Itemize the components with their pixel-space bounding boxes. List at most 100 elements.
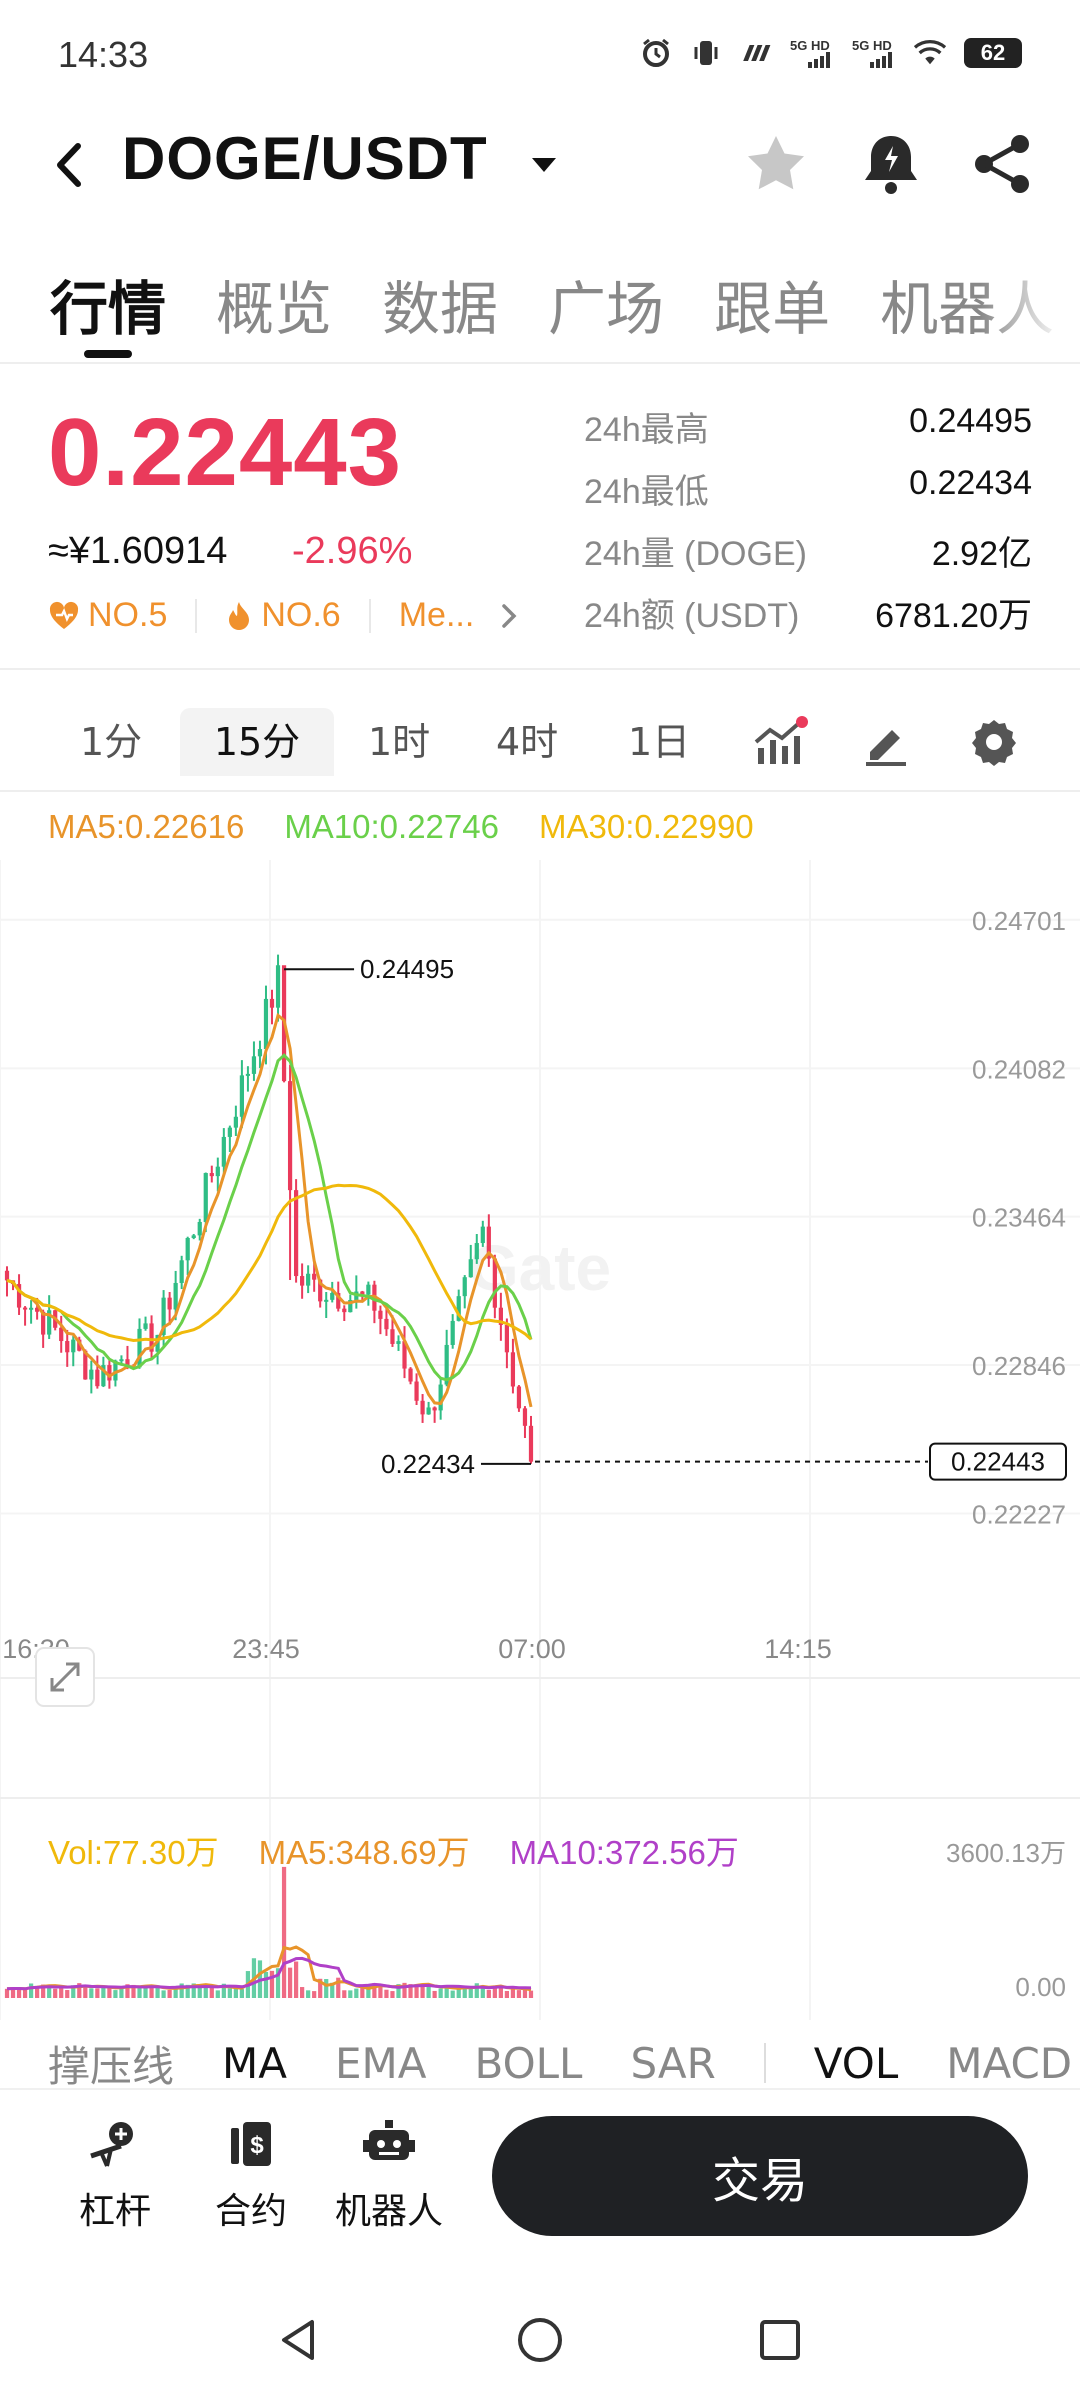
candle [4,1270,10,1281]
volume-bar [300,1987,305,1998]
indicator-support-resistance[interactable]: 撑压线 [48,2033,174,2094]
candle [227,1127,232,1137]
candle [384,1318,389,1330]
tab-data[interactable]: 数据 [382,248,498,358]
nav-home-icon[interactable] [510,2310,570,2370]
candle [522,1408,528,1426]
chevron-right-icon[interactable] [496,601,522,631]
candle [378,1310,383,1319]
volume-bar [287,1967,293,1998]
price-alert-bell-icon[interactable] [856,128,926,200]
tab-square[interactable]: 广场 [548,248,664,358]
volume-bar [504,1990,510,1998]
timeframe-1d[interactable]: 1日 [628,708,690,776]
candle [173,1282,178,1310]
tab-overview[interactable]: 概览 [216,248,332,358]
candle [414,1381,419,1401]
volume-bar [269,1970,275,1998]
nav-back-icon[interactable] [270,2310,330,2370]
volume-bar [281,1866,287,1998]
volume-bar [167,1989,172,1998]
leverage-icon [90,2122,133,2167]
volume-bar [462,1988,467,1998]
nav-recents-icon[interactable] [750,2310,810,2370]
volume-bar [28,1983,34,1998]
leverage-button[interactable]: 杠杆 [50,2116,180,2234]
volume-bar [420,1986,425,1998]
bot-button[interactable]: 机器人 [324,2116,454,2234]
candle [390,1329,395,1344]
x-tick-label: 07:00 [498,1634,566,1664]
volume-bar [348,1990,353,1998]
contract-label: 合约 [214,2191,287,2232]
candle [191,1235,196,1239]
ticker-stats: 24h最高 0.24495 24h最低 0.22434 24h量 (DOGE) 2.9… [584,402,1032,650]
signal-1-icon: 5G HD [790,38,834,68]
back-arrow-icon[interactable] [44,130,104,200]
stat-row: 24h额 (USDT) 6781.20万 [584,597,1032,635]
main-tabs: 行情 概览 数据 广场 跟单 机器人 [0,248,1080,358]
volume-bar [197,1987,202,1998]
timeframe-1h[interactable]: 1时 [368,708,430,776]
indicator-boll[interactable]: BOLL [475,2039,583,2088]
rank-hot[interactable]: NO.6 [225,596,341,635]
draw-pen-icon[interactable] [858,714,914,770]
volume-bar [161,1990,166,1998]
tabs-fade [980,248,1080,358]
indicator-macd[interactable]: MACD [946,2039,1072,2088]
contract-button[interactable]: $ 合约 [186,2116,316,2234]
vibrate-icon [690,38,722,68]
rank-favorite[interactable]: NO.5 [48,596,167,635]
candle [239,1075,245,1117]
vol-ma10-legend: MA10:372.56万 [509,1834,739,1871]
tab-copy-trading[interactable]: 跟单 [714,248,830,358]
price-change: -2.96% [292,530,413,572]
rank-tag[interactable]: Me... [399,596,475,635]
timeframe-15m[interactable]: 15分 [180,708,334,776]
volume-bar [516,1990,522,1998]
favorite-star-icon[interactable] [740,128,812,200]
pair-title[interactable]: DOGE/USDT [122,124,488,193]
bot-label: 机器人 [334,2191,443,2232]
indicator-vol[interactable]: VOL [814,2039,898,2088]
nfc-icon [740,38,772,68]
candle [324,1299,329,1302]
settings-gear-icon[interactable] [966,714,1022,770]
cny-price: ≈¥1.60914 [48,530,228,572]
indicator-sar[interactable]: SAR [630,2039,715,2088]
timeframe-4h[interactable]: 4时 [496,708,558,776]
rank-row[interactable]: NO.5 NO.6 Me... [48,596,522,635]
indicator-chart-icon[interactable] [752,714,808,770]
indicator-ema[interactable]: EMA [335,2039,427,2088]
robot-icon [363,2120,415,2160]
tab-market[interactable]: 行情 [50,248,166,358]
candle [492,1258,497,1308]
candle [330,1292,335,1300]
indicator-ma[interactable]: MA [222,2039,287,2088]
caret-down-icon[interactable] [528,150,560,180]
vol-legend: Vol:77.30万 [48,1834,219,1871]
timeframe-1m[interactable]: 1分 [80,708,142,776]
candle [426,1407,431,1415]
indicator-separator [763,2043,766,2083]
volume-bar [510,1989,516,1998]
candle [263,998,269,1050]
candle [209,1173,214,1177]
candle [480,1226,485,1244]
candle [197,1221,202,1236]
candle [245,1073,251,1076]
x-tick-label: 14:15 [764,1634,832,1664]
volume-y-tick: 0.00 [1015,1972,1066,2002]
rank-separator [368,598,371,633]
volume-y-tick: 3600.13万 [946,1838,1066,1868]
trade-button[interactable]: 交易 [492,2116,1028,2236]
volume-bar [95,1988,100,1998]
expand-chart-button[interactable] [35,1647,95,1707]
last-price: 0.22443 [48,399,403,506]
volume-bar [360,1987,365,1998]
share-icon[interactable] [966,128,1038,200]
y-tick-label: 0.23464 [972,1203,1066,1233]
divider [0,790,1080,792]
stat-row: 24h最高 0.24495 [584,402,1032,449]
candle [408,1368,413,1382]
